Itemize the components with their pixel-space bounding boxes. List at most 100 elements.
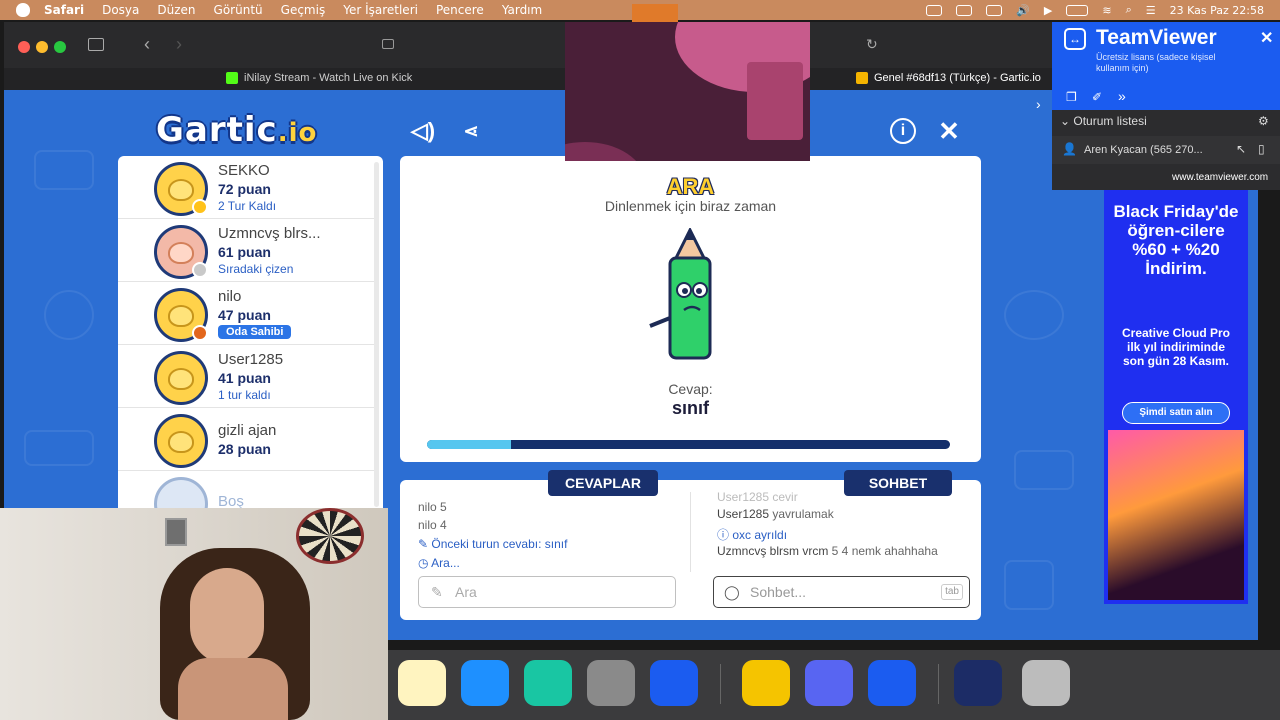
clock-icon: ◷ [418,556,432,570]
player-row[interactable]: gizli ajan 28 puan [118,408,376,471]
dock-separator [720,664,721,704]
reload-icon[interactable]: ↻ [866,36,878,53]
chat-bubble-icon: ◯ [724,584,740,600]
players-scrollbar[interactable] [374,162,379,507]
volume-icon[interactable]: 🔊 [1016,4,1030,17]
drawing-board: ARA Dinlenmek için biraz zaman Cevap: sı… [400,156,981,462]
trash-icon[interactable] [1022,660,1070,706]
floating-video-popup [565,22,810,161]
clock[interactable]: 23 Kas Paz 22:58 [1170,4,1264,17]
dartboard [296,508,364,564]
display-icon[interactable] [986,4,1003,16]
teamviewer-status-icon[interactable] [926,4,943,16]
adobe-ad[interactable]: Black Friday'de öğren-cilere %60 + %20 İ… [1104,190,1248,604]
back-icon[interactable]: ‹ [144,34,150,55]
player-row[interactable]: User1285 41 puan 1 tur kaldı [118,345,376,408]
tab-gartic[interactable]: Genel #68df13 (Türkçe) - Gartic.io [856,72,1041,84]
avatar [154,162,208,216]
tools-icon[interactable]: ✐ [1092,90,1102,104]
menu-yer-isaretleri[interactable]: Yer İşaretleri [343,3,418,17]
menu-dosya[interactable]: Dosya [102,3,139,17]
player-row[interactable]: nilo 47 puan Oda Sahibi [118,282,376,345]
teamviewer-close-icon[interactable]: ✕ [1260,28,1273,48]
info-icon[interactable]: i [890,118,916,144]
divider [690,492,691,572]
gartic-logo: Gartic.io [156,110,318,150]
screen-icon[interactable] [956,4,973,16]
tab-sohbet[interactable]: SOHBET [844,470,952,496]
tab-hint: tab [941,584,963,600]
teamviewer-url[interactable]: www.teamviewer.com [1172,172,1268,183]
answers-chat-panel: CEVAPLAR SOHBET nilo 5 nilo 4 ✎ Önceki t… [400,470,981,620]
screen: Safari Dosya Düzen Görüntü Geçmiş Yer İş… [0,0,1280,720]
settings-gear-icon[interactable]: ⚙ [1258,114,1269,128]
search-icon[interactable]: ⌕ [1126,3,1132,17]
menu-goruntu[interactable]: Görüntü [214,3,263,17]
discord-icon[interactable] [805,660,853,706]
reader-icon[interactable] [382,39,394,49]
kick-icon [226,72,238,84]
menu-duzen[interactable]: Düzen [157,3,195,17]
session-list-label[interactable]: ⌄ Oturum listesi [1060,114,1147,128]
menu-pencere[interactable]: Pencere [436,3,484,17]
player-name: nilo [218,288,242,305]
forward-icon[interactable]: › [176,34,182,55]
gartic-icon [856,72,868,84]
teamviewer-app-icon[interactable] [650,660,698,706]
wifi-icon[interactable]: ≋ [1102,4,1111,17]
chat-line: User1285 yavrulamak [717,507,834,521]
zoom-window-button[interactable] [54,41,66,53]
avatar [154,288,208,342]
popup-close-button[interactable] [632,4,678,22]
answer-label: Cevap: [668,381,713,397]
trash-icon[interactable]: ▯ [1258,142,1265,156]
close-icon[interactable]: ✕ [936,118,962,144]
player-name: SEKKO [218,162,270,179]
user-icon: 👤 [1062,142,1077,156]
pointer-icon[interactable]: ↖ [1236,142,1246,156]
apple-icon[interactable] [16,3,30,17]
teamviewer-app-icon-2[interactable] [868,660,916,706]
menu-gecmis[interactable]: Geçmiş [281,3,326,17]
sidebar-icon[interactable] [88,38,104,51]
menu-yardim[interactable]: Yardım [502,3,542,17]
recent-document-icon[interactable] [954,660,1002,706]
dock-separator [938,664,939,704]
turn-progress-bar [427,440,950,449]
session-row[interactable]: 👤 Aren Kyacan (565 270... ↖ ▯ [1052,136,1280,164]
share-icon[interactable]: ⋖ [458,118,484,144]
player-row[interactable]: SEKKO 72 puan 2 Tur Kaldı [118,156,376,219]
battery-icon[interactable] [1066,4,1089,16]
answer-input[interactable]: ✎ Ara [418,576,676,608]
copy-icon[interactable]: ❐ [1066,90,1077,104]
expand-icon[interactable]: » [1118,88,1126,104]
tab-kick[interactable]: iNilay Stream - Watch Live on Kick [226,72,412,84]
system-settings-icon[interactable] [587,660,635,706]
player-status: 1 tur kaldı [218,388,271,402]
tab-cevaplar[interactable]: CEVAPLAR [548,470,658,496]
ad-artwork [1108,430,1244,600]
person-body [178,658,288,720]
player-points: 61 puan [218,244,271,260]
avatar [154,225,208,279]
sound-icon[interactable]: ◁) [410,118,436,144]
tips-app-icon[interactable] [742,660,790,706]
player-status: Sıradaki çizen [218,262,294,276]
app-store-icon[interactable] [461,660,509,706]
pencil-icon: ✎ [431,584,443,600]
play-icon[interactable]: ▶ [1044,4,1052,17]
control-center-icon[interactable]: ☰ [1146,4,1156,17]
notes-app-icon[interactable] [398,660,446,706]
teamviewer-license: Ücretsiz lisans (sadece kişisel kullanım… [1096,52,1216,73]
menu-app[interactable]: Safari [44,3,84,17]
minimize-window-button[interactable] [36,41,48,53]
chat-input[interactable]: ◯ Sohbet... tab [713,576,970,608]
ad-cta-button[interactable]: Şimdi satın alın [1122,402,1230,424]
avatar [154,414,208,468]
tab-label: iNilay Stream - Watch Live on Kick [244,72,413,84]
answer-line: nilo 4 [418,518,447,532]
player-row[interactable]: Uzmncvş blrs... 61 puan Sıradaki çizen [118,219,376,282]
remote-app-icon[interactable] [524,660,572,706]
close-window-button[interactable] [18,41,30,53]
panel-collapse-icon[interactable]: › [1036,96,1041,112]
